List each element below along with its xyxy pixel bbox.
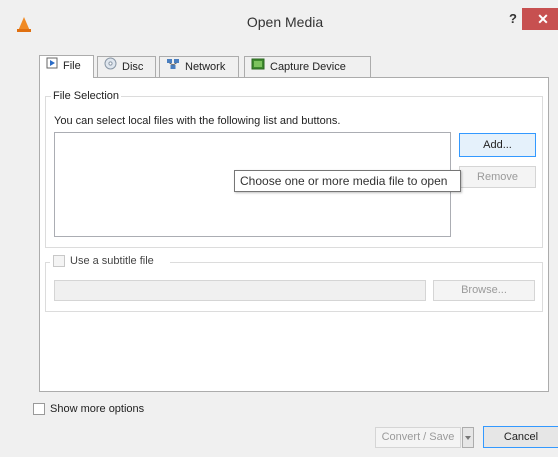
tab-capture-device-label: Capture Device: [270, 61, 346, 73]
capture-device-icon: [251, 57, 265, 77]
file-selection-title: File Selection: [51, 90, 122, 102]
window-title: Open Media: [246, 14, 324, 30]
add-tooltip: Choose one or more media file to open: [234, 170, 461, 192]
file-icon: [46, 56, 58, 76]
close-button[interactable]: ✕: [522, 8, 558, 30]
subtitle-file-field[interactable]: [54, 280, 426, 301]
remove-button[interactable]: Remove: [459, 166, 536, 188]
tab-network-label: Network: [185, 61, 226, 73]
file-selection-description: You can select local files with the foll…: [54, 115, 341, 127]
title-bar[interactable]: Open Media ? ✕: [6, 0, 558, 36]
tab-file[interactable]: File: [39, 55, 94, 78]
show-more-options-checkbox[interactable]: [33, 403, 45, 415]
cancel-button[interactable]: Cancel: [483, 426, 558, 448]
show-more-options-label: Show more options: [50, 403, 145, 415]
tab-capture-device[interactable]: Capture Device: [244, 56, 371, 77]
tab-network[interactable]: Network: [159, 56, 239, 77]
browse-button[interactable]: Browse...: [433, 280, 535, 301]
subtitle-checkbox[interactable]: [53, 255, 65, 267]
subtitle-checkbox-label: Use a subtitle file: [70, 255, 154, 267]
convert-save-dropdown-icon[interactable]: [462, 427, 474, 448]
tab-disc[interactable]: Disc: [97, 56, 156, 77]
convert-save-button[interactable]: Convert / Save: [375, 427, 461, 448]
network-icon: [166, 57, 180, 77]
tab-file-label: File: [63, 60, 81, 72]
add-button[interactable]: Add...: [459, 133, 536, 157]
tab-disc-label: Disc: [122, 61, 144, 73]
disc-icon: [104, 57, 117, 77]
open-media-dialog: Open Media ? ✕ File Disc Network Capture…: [0, 0, 558, 457]
help-button[interactable]: ?: [503, 10, 523, 28]
